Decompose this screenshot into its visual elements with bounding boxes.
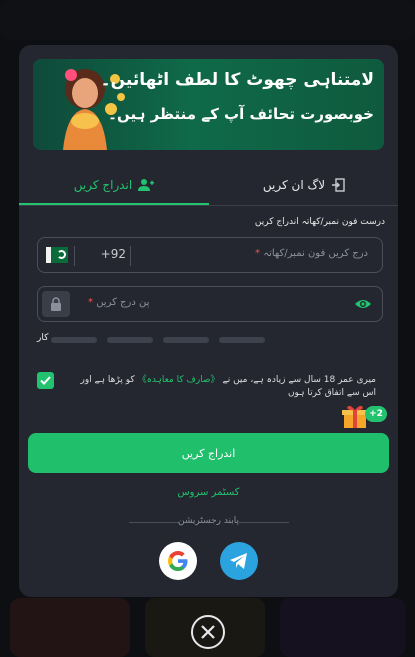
divider (130, 246, 131, 266)
tab-divider (19, 205, 398, 206)
password-strength-label: کار (37, 333, 49, 343)
strength-segment (163, 337, 209, 343)
checkmark-icon (40, 376, 51, 385)
password-input[interactable] (80, 296, 342, 314)
google-login-button[interactable] (159, 542, 197, 580)
strength-segment (219, 337, 265, 343)
terms-text: میری عمر 18 سال سے زیادہ ہے، میں نے 《صار… (80, 375, 376, 398)
lock-icon (42, 291, 70, 317)
auth-tabs: اندراج کریں لاگ ان کریں (19, 165, 398, 205)
close-icon (201, 625, 215, 639)
login-door-icon (332, 178, 345, 192)
eye-icon[interactable] (354, 297, 372, 311)
password-field: پن درج کریں * (37, 286, 383, 322)
divider (239, 522, 289, 523)
telegram-icon (230, 553, 247, 569)
phone-field: +92 درج کریں فون نمبر/کھاتہ * (37, 237, 383, 273)
banner-headline: لامتناہی چھوٹ کا لطف اٹھائیں۔ (100, 70, 374, 90)
promo-banner: لامتناہی چھوٹ کا لطف اٹھائیں۔ خوبصورت تح… (33, 59, 384, 150)
user-add-icon (138, 179, 155, 191)
phone-input[interactable] (134, 247, 368, 265)
close-button[interactable] (191, 615, 225, 649)
google-icon (168, 551, 188, 571)
banner-subheadline: خوبصورت تحائف آپ کے منتظر ہیں۔ (108, 105, 374, 123)
tab-login-label: لاگ ان کریں (262, 178, 326, 192)
customer-service-link[interactable]: کسٹمر سروس (19, 487, 398, 498)
strength-segment (107, 337, 153, 343)
form-hint: درست فون نمبر/کھاتہ اندراج کریں (254, 217, 385, 227)
register-submit-button[interactable]: اندراج کریں (28, 433, 389, 473)
registration-note: پابند رجسٹریشن (177, 516, 240, 526)
divider (74, 246, 75, 266)
password-strength-meter (51, 337, 267, 343)
user-agreement-link[interactable]: 《صارف کا معاہدہ》 (138, 375, 220, 385)
tab-register-label: اندراج کریں (73, 178, 133, 192)
terms-checkbox[interactable] (37, 372, 54, 389)
tab-login[interactable]: لاگ ان کریں (209, 165, 398, 205)
bonus-badge: +2 (365, 406, 387, 422)
strength-segment (51, 337, 97, 343)
pakistan-flag-icon[interactable] (46, 247, 68, 263)
tab-register[interactable]: اندراج کریں (19, 165, 209, 205)
country-code[interactable]: +92 (82, 247, 126, 261)
telegram-login-button[interactable] (220, 542, 258, 580)
register-modal: لامتناہی چھوٹ کا لطف اٹھائیں۔ خوبصورت تح… (19, 45, 398, 597)
